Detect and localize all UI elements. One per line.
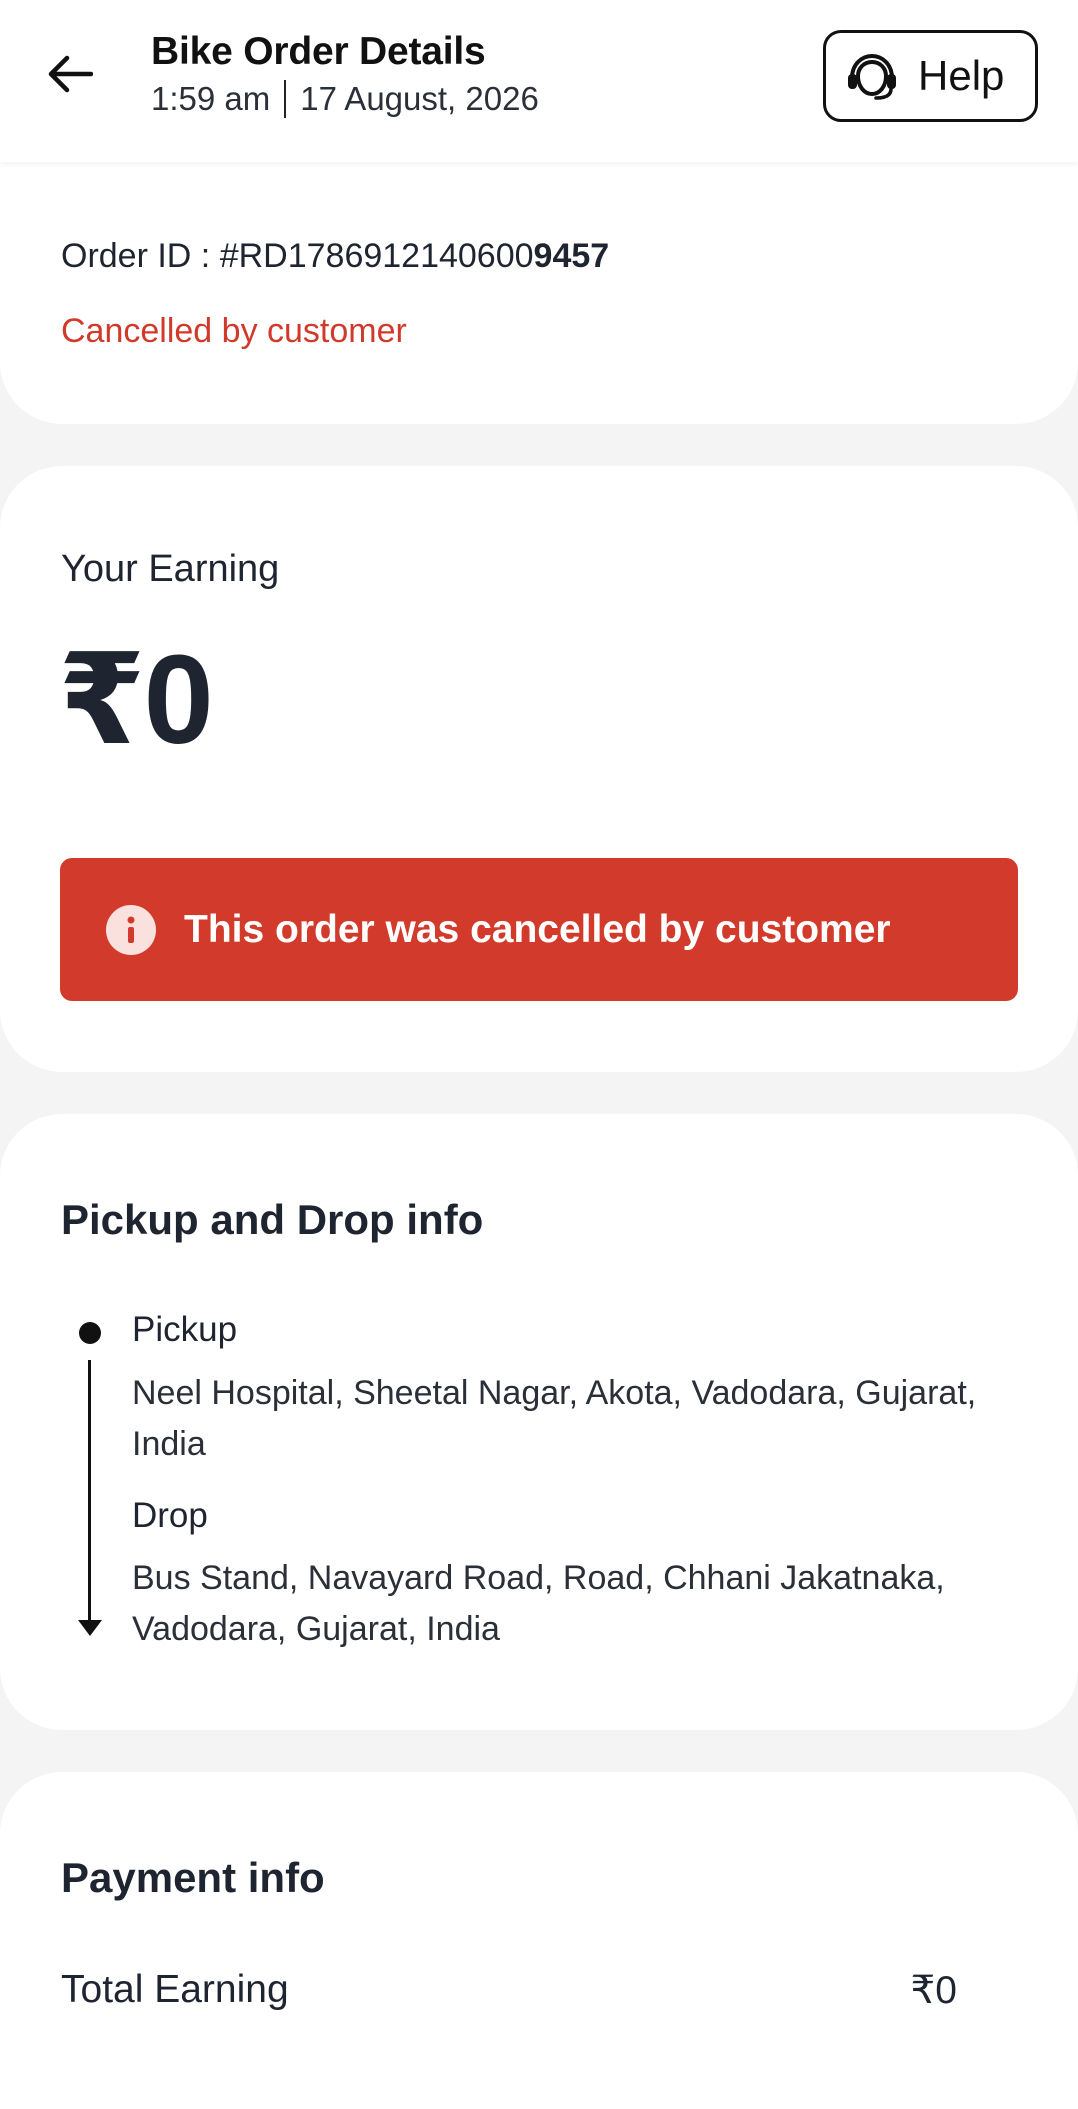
order-time: 1:59 am (151, 80, 271, 117)
cancellation-banner: This order was cancelled by customer (60, 858, 1018, 1001)
payment-row-label: Total Earning (61, 1968, 289, 2011)
order-date: 17 August, 2026 (300, 80, 539, 117)
datetime-separator (284, 80, 287, 118)
drop-label: Drop (132, 1496, 208, 1535)
earning-label: Your Earning (61, 548, 280, 590)
pickup-label: Pickup (132, 1310, 238, 1349)
payment-row-value: ₹0 (910, 1969, 957, 2012)
drop-arrow-icon (78, 1620, 102, 1636)
order-status: Cancelled by customer (61, 312, 407, 350)
help-label: Help (918, 52, 1005, 99)
earning-card: Your Earning ₹0 This order was cancelled… (0, 466, 1078, 1072)
headset-icon (848, 53, 896, 100)
order-datetime: 1:59 am 17 August, 2026 (151, 80, 539, 118)
pickup-dot-icon (79, 1322, 101, 1344)
order-id-digit: 0 (514, 237, 534, 275)
route-section-title: Pickup and Drop info (61, 1196, 484, 1243)
order-id-suffix: 9457 (533, 237, 610, 275)
payment-section-title: Payment info (61, 1854, 325, 1901)
payment-row-total-earning: Total Earning ₹0 (61, 1968, 957, 2013)
info-icon (106, 904, 156, 955)
arrow-left-icon (48, 55, 93, 93)
payment-info-card: Payment info Total Earning ₹0 (0, 1772, 1078, 2109)
pickup-drop-card: Pickup and Drop info Pickup Neel Hospita… (0, 1114, 1078, 1730)
help-button[interactable]: Help (823, 30, 1038, 122)
earning-amount: ₹0 (58, 629, 214, 770)
pickup-address: Neel Hospital, Sheetal Nagar, Akota, Vad… (132, 1374, 977, 1463)
cancellation-text: This order was cancelled by customer (184, 907, 891, 951)
app-root: Bike Order Details 1:59 am 17 August, 20… (0, 0, 1078, 2109)
order-info-card: Order ID : #RD17869121406009457 Cancelle… (0, 162, 1078, 424)
page-title: Bike Order Details (151, 30, 486, 73)
order-id-prefix: Order ID : #RD178691214060 (61, 237, 515, 275)
back-button[interactable] (36, 40, 104, 108)
drop-address: Bus Stand, Navayard Road, Road, Chhani J… (132, 1559, 945, 1648)
top-app-bar: Bike Order Details 1:59 am 17 August, 20… (0, 0, 1078, 162)
route-connector-line (88, 1360, 91, 1628)
order-id: Order ID : #RD17869121406009457 (61, 237, 609, 276)
